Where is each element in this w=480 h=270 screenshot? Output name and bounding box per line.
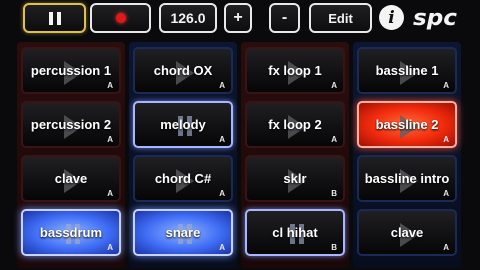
pad-percussion-2[interactable]: percussion 2 A [21, 101, 121, 148]
pad-melody[interactable]: melody A [133, 101, 233, 148]
pad-clave[interactable]: clave A [21, 155, 121, 202]
pad-cl-hihat[interactable]: cl hihat B [245, 209, 345, 256]
pad-label: clave [54, 171, 88, 186]
pad-slot-letter: A [443, 243, 449, 252]
pause-button[interactable] [23, 3, 86, 33]
pad-chord-ox[interactable]: chord OX A [133, 47, 233, 94]
edit-button[interactable]: Edit [309, 3, 372, 33]
pad-label: sklr [283, 171, 307, 186]
pad-label: bassdrum [39, 225, 103, 240]
pad-label: cl hihat [272, 225, 318, 240]
pad-slot-letter: A [219, 81, 225, 90]
pad-label: fx loop 2 [268, 117, 322, 132]
spc-logo: spc [412, 6, 457, 31]
pad-label: bassline 2 [375, 117, 439, 132]
pad-bassline-intro[interactable]: bassline intro A [357, 155, 457, 202]
pad-slot-letter: A [107, 189, 113, 198]
pad-slot-letter: A [107, 243, 113, 252]
pad-slot-letter: A [443, 135, 449, 144]
pad-sklr[interactable]: sklr B [245, 155, 345, 202]
pad-bassdrum[interactable]: bassdrum A [21, 209, 121, 256]
spc-app: 126.0 + - Edit i spc percussion 1 Apercus… [0, 0, 480, 270]
pad-label: bassline 1 [375, 63, 439, 78]
pad-slot-letter: A [219, 189, 225, 198]
pad-slot-letter: A [331, 135, 337, 144]
pad-slot-letter: A [107, 81, 113, 90]
pad-label: chord C# [154, 171, 212, 186]
pad-label: melody [160, 117, 206, 132]
pad-chord-c-[interactable]: chord C# A [133, 155, 233, 202]
pad-label: fx loop 1 [268, 63, 322, 78]
pad-slot-letter: B [331, 189, 337, 198]
pause-icon [48, 11, 61, 25]
pad-fx-loop-1[interactable]: fx loop 1 A [245, 47, 345, 94]
pad-slot-letter: A [219, 135, 225, 144]
pad-label: percussion 2 [30, 117, 112, 132]
info-icon[interactable]: i [379, 5, 404, 30]
pad-fx-loop-2[interactable]: fx loop 2 A [245, 101, 345, 148]
pad-slot-letter: B [331, 243, 337, 252]
pad-slot-letter: A [107, 135, 113, 144]
pad-slot-letter: A [331, 81, 337, 90]
pad-slot-letter: A [443, 81, 449, 90]
pad-bassline-2[interactable]: bassline 2 A [357, 101, 457, 148]
pad-slot-letter: A [219, 243, 225, 252]
pad-label: snare [165, 225, 201, 240]
pad-snare[interactable]: snare A [133, 209, 233, 256]
pad-percussion-1[interactable]: percussion 1 A [21, 47, 121, 94]
tempo-display[interactable]: 126.0 [159, 3, 217, 33]
tempo-decrease-button[interactable]: - [269, 3, 300, 33]
record-icon [115, 13, 126, 23]
pad-label: bassline intro [364, 171, 450, 186]
pad-bassline-1[interactable]: bassline 1 A [357, 47, 457, 94]
pad-label: clave [390, 225, 424, 240]
pad-label: percussion 1 [30, 63, 112, 78]
record-button[interactable] [90, 3, 151, 33]
pad-slot-letter: A [443, 189, 449, 198]
pad-label: chord OX [153, 63, 213, 78]
pad-clave[interactable]: clave A [357, 209, 457, 256]
tempo-increase-button[interactable]: + [224, 3, 252, 33]
